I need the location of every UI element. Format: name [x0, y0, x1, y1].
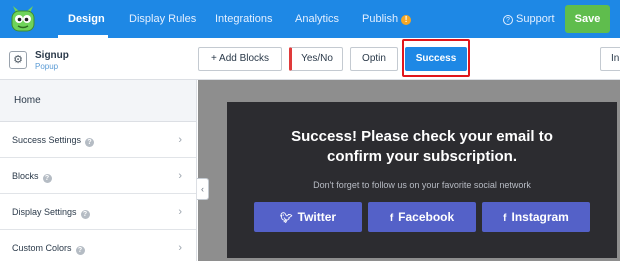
sidebar-item-blocks[interactable]: Blocks? ›	[0, 158, 196, 194]
success-highlight-box	[402, 39, 470, 77]
twitter-label: Twitter	[297, 210, 337, 224]
sidebar-home[interactable]: Home	[0, 80, 196, 122]
sidebar-item-label: Blocks	[12, 171, 39, 181]
chevron-right-icon: ›	[178, 242, 182, 254]
sidebar-item-label: Display Settings	[12, 207, 77, 217]
sidebar-item-display-settings[interactable]: Display Settings? ›	[0, 194, 196, 230]
twitter-button[interactable]: 🐦︎ Twitter	[254, 202, 362, 232]
tab-design[interactable]: Design	[68, 0, 105, 38]
question-circle-icon: ?	[503, 15, 513, 25]
facebook-label: Facebook	[398, 210, 455, 224]
sidebar-item-label: Custom Colors	[12, 243, 72, 253]
help-icon[interactable]: ?	[42, 174, 52, 183]
sidebar-item-success-settings[interactable]: Success Settings? ›	[0, 122, 196, 158]
instagram-button[interactable]: f Instagram	[482, 202, 590, 232]
monster-logo-icon[interactable]	[8, 4, 38, 34]
help-icon[interactable]: ?	[80, 210, 90, 219]
popup-headline[interactable]: Success! Please check your email to conf…	[227, 127, 617, 167]
instagram-label: Instagram	[511, 210, 569, 224]
facebook-button[interactable]: f Facebook	[368, 202, 476, 232]
gear-icon[interactable]: ⚙	[9, 51, 27, 69]
view-yes-no-button[interactable]: Yes/No	[289, 47, 343, 71]
chevron-right-icon: ›	[178, 170, 182, 182]
add-blocks-button[interactable]: + Add Blocks	[198, 47, 282, 71]
editor-toolbar: ⚙ Signup Popup + Add Blocks Yes/No Optin…	[0, 38, 620, 80]
support-link[interactable]: ? Support	[503, 0, 555, 38]
campaign-name: Signup	[35, 50, 69, 61]
popup-headline-line-1: Success! Please check your email to	[291, 128, 553, 145]
tab-display-rules[interactable]: Display Rules	[129, 0, 196, 38]
help-icon[interactable]: ?	[75, 246, 85, 255]
twitter-icon: 🐦︎	[279, 213, 293, 224]
tab-publish[interactable]: Publish!	[362, 0, 412, 38]
popup-subtext[interactable]: Don't forget to follow us on your favori…	[227, 180, 617, 190]
sidebar-item-label: Success Settings	[12, 135, 82, 145]
popup-headline-line-2: confirm your subscription.	[326, 148, 518, 165]
sidebar: Home Success Settings? › Blocks? › Displ…	[0, 80, 197, 261]
chevron-left-icon[interactable]: ‹	[197, 178, 209, 200]
instagram-icon: f	[503, 213, 507, 224]
facebook-icon: f	[389, 213, 394, 224]
tab-publish-label: Publish	[362, 13, 399, 25]
chevron-right-icon: ›	[178, 134, 182, 146]
cut-off-toolbar-button[interactable]: In	[600, 47, 620, 71]
campaign-type: Popup	[35, 62, 59, 71]
chevron-right-icon: ›	[178, 206, 182, 218]
help-icon[interactable]: ?	[85, 138, 95, 147]
top-nav: Design Display Rules Integrations Analyt…	[0, 0, 620, 38]
sidebar-item-custom-colors[interactable]: Custom Colors? ›	[0, 230, 196, 261]
tab-integrations[interactable]: Integrations	[215, 0, 272, 38]
support-label: Support	[516, 13, 555, 25]
view-optin-button[interactable]: Optin	[350, 47, 398, 71]
publish-warning-badge: !	[401, 15, 412, 25]
tab-analytics[interactable]: Analytics	[295, 0, 339, 38]
success-popup[interactable]: Success! Please check your email to conf…	[227, 102, 617, 258]
save-button[interactable]: Save	[565, 5, 610, 33]
